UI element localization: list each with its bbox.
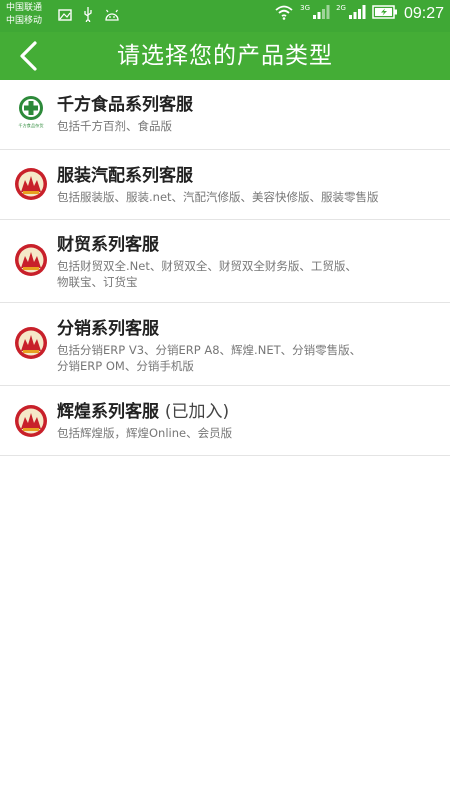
list-item-distribution[interactable]: 分销系列客服 包括分销ERP V3、分销ERP A8、辉煌.NET、分销零售版、… bbox=[0, 303, 450, 386]
item-description: 包括服装版、服装.net、汽配汽修版、美容快修版、服装零售版 bbox=[57, 189, 442, 205]
item-title: 分销系列客服 bbox=[57, 318, 442, 340]
item-desc-line: 包括财贸双全.Net、财贸双全、财贸双全财务版、工贸版、 bbox=[57, 259, 357, 273]
item-description: 包括财贸双全.Net、财贸双全、财贸双全财务版、工贸版、 物联宝、订货宝 bbox=[57, 258, 442, 290]
image-notification-icon bbox=[58, 7, 72, 26]
item-description: 包括千方百剂、食品版 bbox=[57, 118, 442, 134]
item-title-text: 财贸系列客服 bbox=[57, 235, 159, 255]
list-item-huihuang[interactable]: 辉煌系列客服 (已加入) 包括辉煌版，辉煌Online、会员版 bbox=[0, 386, 450, 456]
item-desc-line: 分销ERP OM、分销手机版 bbox=[57, 359, 194, 373]
item-title: 财贸系列客服 bbox=[57, 234, 442, 256]
company-logo-icon bbox=[15, 244, 47, 276]
item-desc-line: 包括服装版、服装.net、汽配汽修版、美容快修版、服装零售版 bbox=[57, 190, 379, 204]
list-item-qianfang-food[interactable]: 千方食品杂货 千方食品系列客服 包括千方百剂、食品版 bbox=[0, 80, 450, 150]
item-description: 包括分销ERP V3、分销ERP A8、辉煌.NET、分销零售版、 分销ERP … bbox=[57, 342, 442, 374]
company-logo-icon bbox=[15, 327, 47, 359]
item-desc-line: 物联宝、订货宝 bbox=[57, 275, 138, 289]
qianfang-logo-text: 千方食品杂货 bbox=[18, 122, 43, 129]
list-item-finance-trade[interactable]: 财贸系列客服 包括财贸双全.Net、财贸双全、财贸双全财务版、工贸版、 物联宝、… bbox=[0, 220, 450, 303]
usb-icon bbox=[82, 6, 94, 26]
system-icons: 3G 2G 09:27 bbox=[274, 4, 444, 24]
network-type-1: 3G bbox=[300, 4, 311, 12]
signal-icon-1 bbox=[312, 4, 330, 24]
app-bar: 请选择您的产品类型 bbox=[0, 32, 450, 80]
item-title-text: 辉煌系列客服 bbox=[57, 402, 159, 422]
item-title: 千方食品系列客服 bbox=[57, 94, 442, 116]
carrier-bottom: 中国移动 bbox=[6, 16, 43, 26]
item-desc-line: 包括分销ERP V3、分销ERP A8、辉煌.NET、分销零售版、 bbox=[57, 343, 362, 357]
company-logo-icon bbox=[15, 405, 47, 437]
item-title-text: 服装汽配系列客服 bbox=[57, 166, 193, 186]
item-desc-line: 包括辉煌版，辉煌Online、会员版 bbox=[57, 426, 233, 440]
notification-icons bbox=[58, 6, 120, 26]
status-bar: 中国联通 中国移动 3G 2G 09:27 bbox=[0, 0, 450, 32]
list-item-clothing-auto[interactable]: 服装汽配系列客服 包括服装版、服装.net、汽配汽修版、美容快修版、服装零售版 bbox=[0, 150, 450, 220]
signal-icon-2 bbox=[348, 4, 366, 24]
qianfang-logo-icon: 千方食品杂货 bbox=[18, 96, 44, 129]
item-title-text: 千方食品系列客服 bbox=[57, 95, 193, 115]
wifi-icon bbox=[274, 4, 294, 24]
product-type-list: 千方食品杂货 千方食品系列客服 包括千方百剂、食品版 服装汽配系列客服 包括服装… bbox=[0, 80, 450, 456]
clock: 09:27 bbox=[403, 5, 444, 22]
joined-badge: (已加入) bbox=[164, 402, 230, 422]
carrier-info: 中国联通 中国移动 bbox=[6, 2, 42, 28]
page-title: 请选择您的产品类型 bbox=[117, 43, 333, 69]
item-description: 包括辉煌版，辉煌Online、会员版 bbox=[57, 425, 442, 441]
item-title: 辉煌系列客服 (已加入) bbox=[57, 401, 442, 423]
item-desc-line: 包括千方百剂、食品版 bbox=[57, 119, 172, 133]
android-debug-icon bbox=[104, 7, 120, 26]
carrier-top: 中国联通 bbox=[6, 3, 43, 13]
item-title: 服装汽配系列客服 bbox=[57, 165, 442, 187]
item-title-text: 分销系列客服 bbox=[57, 319, 159, 339]
battery-charging-icon bbox=[372, 4, 398, 24]
network-type-2: 2G bbox=[336, 4, 346, 12]
company-logo-icon bbox=[15, 168, 47, 200]
